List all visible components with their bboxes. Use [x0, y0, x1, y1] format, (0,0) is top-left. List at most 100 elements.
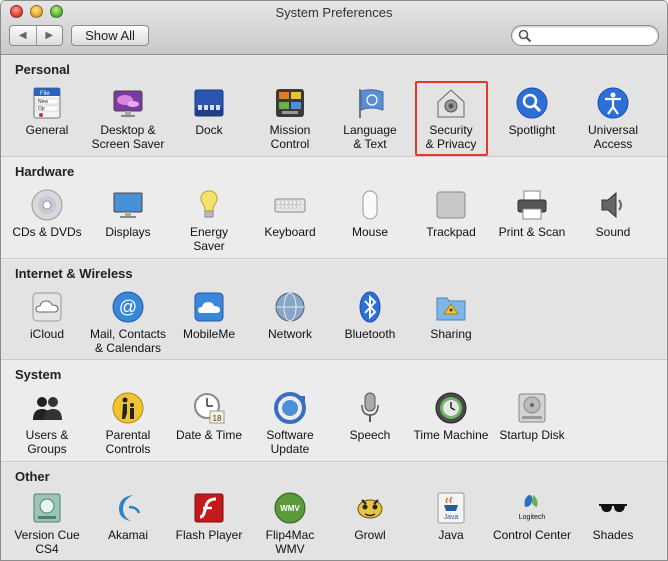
pref-speech[interactable]: Speech	[329, 391, 411, 442]
pref-keyboard[interactable]: Keyboard	[249, 188, 331, 239]
pref-label: Desktop & Screen Saver	[91, 123, 165, 151]
pref-label: Startup Disk	[499, 428, 565, 442]
back-button[interactable]: ◀	[10, 26, 36, 45]
section-title: Personal	[15, 62, 70, 77]
pref-label: Displays	[105, 225, 151, 239]
pref-network[interactable]: Network	[249, 290, 331, 341]
pref-desktop-screen-saver[interactable]: Desktop & Screen Saver	[87, 86, 169, 151]
wmv-icon: WMV	[274, 492, 306, 524]
pref-trackpad[interactable]: Trackpad	[410, 188, 492, 239]
pref-label: iCloud	[29, 327, 65, 341]
pref-time-machine[interactable]: Time Machine	[410, 391, 492, 442]
pref-label: CDs & DVDs	[12, 225, 82, 239]
pref-flash-player[interactable]: Flash Player	[168, 491, 250, 542]
pref-mail-contacts-calendars[interactable]: @ Mail, Contacts & Calendars	[87, 290, 169, 355]
svg-text:New: New	[38, 99, 48, 105]
pref-dock[interactable]: Dock	[168, 86, 250, 137]
cloud-icon	[32, 292, 62, 322]
section-title: Hardware	[15, 164, 75, 179]
pref-sharing[interactable]: Sharing	[410, 290, 492, 341]
accessibility-icon	[597, 87, 629, 119]
pref-java[interactable]: Java Java	[410, 491, 492, 542]
pref-users-groups[interactable]: Users & Groups	[6, 391, 88, 456]
section-title: Internet & Wireless	[15, 266, 133, 281]
pref-growl[interactable]: Growl	[329, 491, 411, 542]
pref-mouse[interactable]: Mouse	[329, 188, 411, 239]
pref-akamai[interactable]: Akamai	[87, 491, 169, 542]
pref-parental-controls[interactable]: Parental Controls	[87, 391, 169, 456]
search-field[interactable]	[511, 25, 659, 46]
logitech-icon: Logitech	[519, 495, 545, 521]
pref-shades[interactable]: Shades	[572, 491, 654, 542]
pref-label: Network	[267, 327, 312, 341]
pref-mobileme[interactable]: MobileMe	[168, 290, 250, 341]
pref-universal-access[interactable]: Universal Access	[572, 86, 654, 151]
pref-language-text[interactable]: Language & Text	[329, 86, 411, 151]
section-title: System	[15, 367, 62, 382]
pref-label: Version Cue CS4	[14, 528, 80, 556]
general-file-icon: File New Op	[33, 87, 61, 119]
pref-control-center[interactable]: Logitech Control Center	[491, 491, 573, 542]
pref-label: Keyboard	[264, 225, 316, 239]
svg-text:Op: Op	[38, 106, 45, 112]
pref-label: Universal Access	[587, 123, 638, 151]
pref-bluetooth[interactable]: Bluetooth	[329, 290, 411, 341]
pref-icloud[interactable]: iCloud	[6, 290, 88, 341]
dock-icon	[194, 89, 224, 117]
pref-label: MobileMe	[182, 327, 236, 341]
parental-controls-icon	[112, 392, 144, 424]
pref-label: Growl	[354, 528, 386, 542]
search-input[interactable]	[534, 28, 652, 43]
pref-label: Mouse	[351, 225, 389, 239]
section-system: System Users & Groups Parental Controls	[1, 361, 667, 462]
forward-button[interactable]: ▶	[35, 26, 63, 45]
pref-software-update[interactable]: Software Update	[249, 391, 331, 456]
pref-startup-disk[interactable]: Startup Disk	[491, 391, 573, 442]
pref-date-time[interactable]: 18 Date & Time	[168, 391, 250, 442]
pref-version-cue[interactable]: Version Cue CS4	[6, 491, 88, 556]
pref-mission-control[interactable]: Mission Control	[249, 86, 331, 151]
pref-label: General	[25, 123, 69, 137]
lightbulb-icon	[200, 190, 218, 218]
pref-sound[interactable]: Sound	[572, 188, 654, 239]
wmv-text: WMV	[280, 504, 300, 513]
show-all-button[interactable]: Show All	[71, 25, 149, 46]
pref-label: Dock	[195, 123, 223, 137]
pref-label: Language & Text	[343, 123, 397, 151]
pref-label: Parental Controls	[105, 428, 151, 456]
pref-displays[interactable]: Displays	[87, 188, 169, 239]
section-personal: Personal File New Op General Desktop & S…	[1, 56, 667, 157]
pref-cds-dvds[interactable]: CDs & DVDs	[6, 188, 88, 239]
pref-spotlight[interactable]: Spotlight	[491, 86, 573, 137]
pref-label: Software Update	[266, 428, 314, 456]
pref-print-scan[interactable]: Print & Scan	[491, 188, 573, 239]
title-bar: System Preferences ◀ ▶ Show All	[1, 1, 667, 55]
pref-label: Shades	[592, 528, 634, 542]
desktop-icon	[113, 90, 143, 117]
pref-label: Spotlight	[508, 123, 556, 137]
back-forward-control: ◀ ▶	[9, 25, 63, 46]
bluetooth-icon	[359, 291, 381, 323]
disc-icon	[31, 189, 63, 221]
users-icon	[33, 397, 62, 420]
pref-flip4mac-wmv[interactable]: WMV Flip4Mac WMV	[249, 491, 331, 556]
monitor-icon	[113, 192, 143, 218]
section-internet-wireless: Internet & Wireless iCloud @ Mail, Conta…	[1, 260, 667, 360]
system-preferences-window: System Preferences ◀ ▶ Show All Personal…	[0, 0, 668, 561]
sunglasses-icon	[599, 504, 627, 513]
search-icon	[518, 29, 532, 43]
pref-label: Sharing	[430, 327, 472, 341]
at-sign-icon: @	[112, 291, 144, 323]
svg-text:@: @	[119, 297, 137, 317]
trackpad-icon	[436, 191, 466, 219]
pref-general[interactable]: File New Op General	[6, 86, 88, 137]
pref-label: Sound	[595, 225, 631, 239]
growl-icon	[357, 499, 383, 519]
pref-label: Akamai	[107, 528, 148, 542]
java-text: Java	[444, 514, 459, 521]
mobileme-cloud-icon	[194, 292, 224, 322]
pref-energy-saver[interactable]: Energy Saver	[168, 188, 250, 253]
section-other: Other Version Cue CS4 Akamai Flash Playe	[1, 463, 667, 560]
printer-icon	[517, 190, 547, 220]
pref-label: Control Center	[492, 528, 572, 542]
